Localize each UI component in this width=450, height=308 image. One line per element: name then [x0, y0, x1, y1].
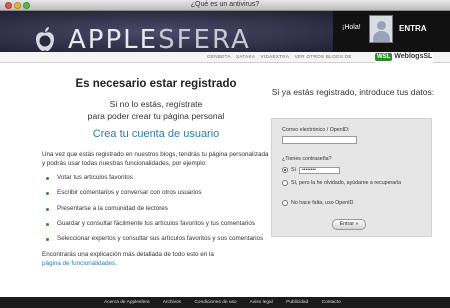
feature-text: Guardar y consultar fácilmente tus artíc…	[57, 219, 256, 227]
feature-text: Presentarse a la comunidad de lectores	[57, 204, 168, 212]
feature-list: Votar tus artículos favoritos Escribir c…	[42, 174, 270, 244]
list-item: Seleccionar expertos y consultar sus art…	[42, 235, 270, 244]
email-field[interactable]	[282, 136, 357, 144]
list-item: Votar tus artículos favoritos	[42, 174, 270, 183]
login-form: Correo electrónico / OpenID: ¿Tienes con…	[271, 118, 432, 237]
subnav-link-other-blogs[interactable]: VER OTROS BLOGS DE	[295, 54, 352, 59]
registration-info: Es necesario estar registrado Si no lo e…	[42, 78, 270, 268]
avatar-head-icon	[377, 21, 386, 30]
list-item: Guardar y consultar fácilmente tus artíc…	[42, 220, 270, 229]
site-logo-text[interactable]: APPLESFERA	[68, 27, 251, 53]
avatar[interactable]	[369, 15, 393, 43]
option-forgot-label: Sí, pero la he olvidado, ayúdame a recup…	[291, 180, 402, 186]
bullet-icon	[46, 238, 49, 242]
bullet-icon	[46, 222, 49, 226]
submit-button[interactable]: Entrar »	[332, 219, 366, 230]
logo-part-apple: APPLE	[68, 25, 159, 55]
login-title: Si ya estás registrado, introduce tus da…	[271, 87, 435, 97]
footer-link-legal[interactable]: Aviso legal	[250, 300, 273, 305]
option-yes-label: Sí	[291, 167, 297, 173]
password-field[interactable]: ••••••••	[299, 167, 341, 174]
list-item: Presentarse a la comunidad de lectores	[42, 205, 270, 214]
radio-forgot-password[interactable]	[282, 180, 288, 186]
apple-logo-icon[interactable]	[33, 26, 57, 52]
period: .	[115, 260, 117, 268]
page-title: Es necesario estar registrado	[75, 78, 237, 90]
feature-text: Votar tus artículos favoritos	[57, 174, 133, 181]
register-prompt-line2: para poder crear tu página personal	[87, 111, 225, 121]
avatar-body-icon	[373, 31, 390, 42]
bullet-icon	[46, 192, 49, 196]
radio-openid[interactable]	[282, 200, 288, 206]
weblogs-badge: WSL	[375, 53, 393, 61]
login-box: ¡Hola! ENTRA	[333, 11, 450, 54]
register-prompt-line1: Si no lo estás, regístrate	[109, 99, 203, 109]
bullet-icon	[46, 207, 49, 211]
login-link[interactable]: ENTRA	[399, 24, 427, 33]
intro-paragraph: Una vez que estás registrado en nuestros…	[42, 151, 269, 167]
option-has-password[interactable]: Sí ••••••••	[282, 167, 341, 174]
weblogs-logo[interactable]: WSL WeblogsSL	[375, 53, 433, 65]
bullet-icon	[46, 177, 49, 180]
window-title: ¿Qué es un antivirus?	[190, 1, 260, 8]
create-account-link[interactable]: Crea tu cuenta de usuario	[42, 128, 270, 140]
option-forgot-password[interactable]: Sí, pero la he olvidado, ayúdame a recup…	[282, 180, 422, 187]
logo-part-sfera: SFERA	[158, 25, 251, 55]
greeting-text: ¡Hola!	[342, 24, 361, 31]
footer-link-advertising[interactable]: Publicidad	[286, 300, 308, 305]
subnav-link-xataka[interactable]: XATAKA	[236, 54, 255, 59]
site-footer: Acerca de Applesfera Archivos Condicione…	[0, 297, 450, 308]
option-openid[interactable]: No hace falta, uso OpenID	[282, 200, 353, 206]
subnav-link-genbeta[interactable]: GENBETA	[207, 54, 231, 59]
window-titlebar: ¿Qué es un antivirus?	[0, 0, 450, 11]
footer-link-contact[interactable]: Contacto	[322, 300, 341, 305]
weblogs-text: WeblogsSL	[394, 53, 433, 60]
feature-text: Seleccionar expertos y consultar sus art…	[57, 235, 264, 243]
list-item: Escribir comentarios y conversar con otr…	[42, 189, 270, 198]
more-info-text: Encontrarás una explicación más detallad…	[42, 251, 214, 259]
email-label: Correo electrónico / OpenID:	[282, 127, 350, 133]
radio-has-password[interactable]	[282, 167, 288, 173]
features-page-link[interactable]: página de funcionalidades	[42, 260, 115, 267]
more-info-paragraph: Encontrarás una explicación más detallad…	[42, 250, 270, 268]
register-prompt: Si no lo estás, regístrate para poder cr…	[42, 98, 270, 122]
subnav-link-vidaextra[interactable]: VIDAEXTRA	[261, 54, 290, 59]
option-openid-label: No hace falta, uso OpenID	[291, 200, 354, 206]
footer-links: Acerca de Applesfera Archivos Condicione…	[104, 300, 353, 305]
footer-link-archives[interactable]: Archivos	[163, 300, 181, 305]
footer-link-about[interactable]: Acerca de Applesfera	[104, 300, 150, 305]
feature-text: Escribir comentarios y conversar con otr…	[57, 189, 202, 197]
password-question: ¿Tienes contraseña?	[282, 156, 332, 162]
footer-link-terms[interactable]: Condiciones de uso	[194, 300, 236, 305]
network-links: GENBETA XATAKA VIDAEXTRA VER OTROS BLOGS…	[207, 54, 356, 59]
